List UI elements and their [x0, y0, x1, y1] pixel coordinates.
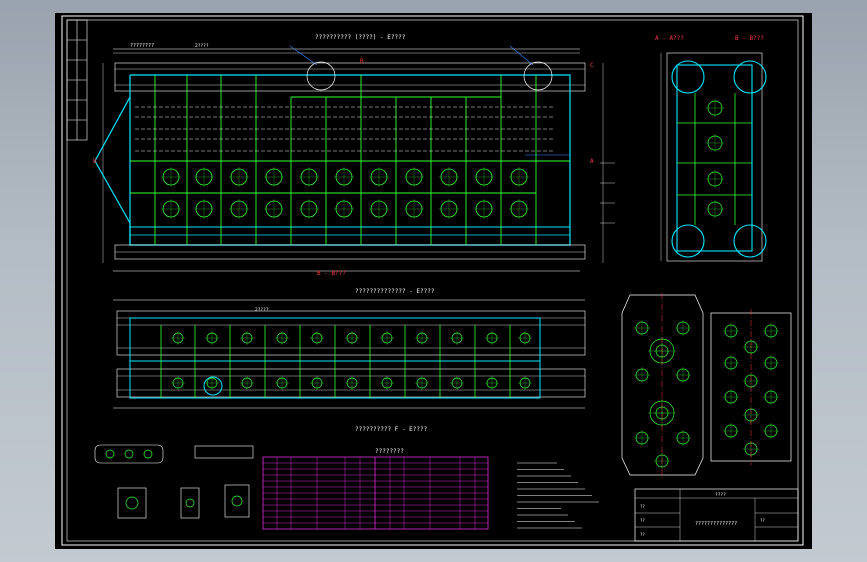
- front-dimension-label: 2????: [255, 307, 269, 313]
- drawing-border: [61, 15, 804, 546]
- cad-viewport[interactable]: ?????????? (????) - E???? ???????? 2????: [55, 13, 812, 549]
- section-a-view[interactable]: A - A??? B - B???: [655, 35, 767, 262]
- svg-text:B: B: [360, 58, 364, 65]
- detail-views[interactable]: [94, 444, 254, 519]
- section-a-title: A - A???: [655, 35, 684, 42]
- top-view-title: ?????????? (????) - E????: [315, 34, 406, 41]
- section-mark-a: A: [590, 158, 594, 165]
- top-dimension-label: 2????: [195, 43, 209, 49]
- title-block-row-4: ??: [760, 518, 765, 523]
- front-view-title: ?????????????? - E????: [355, 288, 435, 295]
- section-mark-c: C: [590, 62, 594, 69]
- svg-text:B: B: [93, 158, 97, 165]
- engineering-drawing: ?????????? (????) - E???? ???????? 2????: [61, 15, 804, 546]
- left-heading: ????????: [130, 43, 154, 49]
- parts-table[interactable]: ????????: [262, 448, 599, 530]
- title-block-row-3: ??: [640, 532, 645, 537]
- revision-strip: [66, 19, 88, 141]
- bottom-view-title: ?????????? F - E????: [355, 426, 428, 433]
- section-b-title: B - B???: [735, 35, 764, 42]
- top-view[interactable]: ?????????? (????) - E???? ???????? 2????: [93, 34, 615, 277]
- title-block-row-2: ??: [640, 518, 645, 523]
- title-block-title: ??????????????: [695, 521, 737, 527]
- title-block-code: ????: [715, 492, 726, 498]
- parts-table-title: ????????: [375, 448, 404, 455]
- title-block-row-1: ??: [640, 504, 645, 509]
- section-b-label: B - B???: [317, 270, 346, 277]
- front-view[interactable]: ?????????????? - E???? 2???? ?????????? …: [113, 288, 586, 433]
- end-plate-views[interactable]: [621, 293, 792, 478]
- title-block[interactable]: ?????????????? ???? ?? ?? ?? ??: [634, 488, 799, 542]
